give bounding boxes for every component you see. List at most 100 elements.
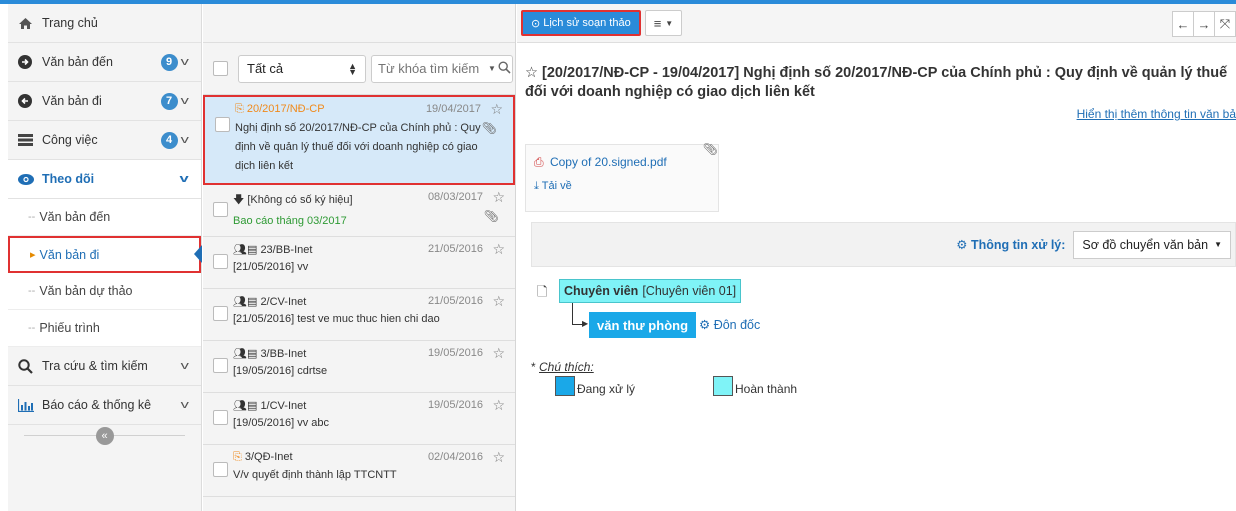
list-item[interactable]: 👥︎▤ 2/CV-Inet 21/05/2016 ☆ [21/05/2016] … [203,289,515,341]
chevron-down-icon: v [180,56,189,68]
doc-date: 19/05/2016 [427,347,483,359]
users-icon: 👥︎ [233,296,247,308]
keyword-search-input[interactable] [378,61,488,76]
star-icon[interactable]: ☆ [492,449,505,466]
legend-item-done: Hoàn thành [713,376,797,396]
arrow-down-icon: 🡇︎ [233,194,245,206]
arrow-circle-left-icon [18,94,42,108]
keyword-search: ▼ [371,54,513,83]
menu-dropdown-button[interactable]: ≡ ▼ [644,10,683,36]
count-badge: 7 [160,92,178,110]
download-link[interactable]: ⤓ Tải về [534,180,710,193]
detail-toolbar: ⊙ Lịch sử soạn thảo ≡ ▼ ← → ⤧ [517,4,1236,43]
list-item-header: 👥︎▤ 3/BB-Inet 19/05/2016 [233,347,505,360]
doc-date: 19/04/2017 [425,103,481,115]
dropdown-caret-icon[interactable]: ▼ [488,64,496,73]
list-item-header: 👥︎▤ 1/CV-Inet 19/05/2016 [233,399,505,412]
processing-info-bar: ⚙ Thông tin xử lý: Sơ đồ chuyển văn bản … [531,222,1236,267]
row-checkbox[interactable] [213,202,228,217]
file-icon: 🗋︎ [537,284,548,299]
paperclip-icon: 📎︎ [702,142,718,156]
sidebar-subitem-draft[interactable]: -- Văn bản dự thảo [8,273,201,310]
select-all-checkbox[interactable] [213,61,228,76]
star-icon[interactable]: ☆ [490,101,503,118]
next-button[interactable]: → [1193,11,1215,37]
view-mode-select[interactable]: Sơ đồ chuyển văn bản ▼ [1073,230,1231,259]
node-user: [Chuyên viên 01] [642,284,737,298]
book-icon: ▤ [246,244,258,256]
previous-button[interactable]: ← [1172,11,1194,37]
doc-code: 23/BB-Inet [260,244,313,256]
book-icon: ▤ [246,296,258,308]
sidebar-item-tasks[interactable]: Công việc 4 v [8,121,201,160]
collapse-sidebar-button[interactable]: « [95,427,114,445]
show-more-info-link[interactable]: Hiển thị thêm thông tin văn bả [1077,107,1236,121]
users-icon: 👥︎ [233,244,247,256]
sidebar-subitem-submission[interactable]: -- Phiếu trình [8,310,201,347]
sidebar-item-search[interactable]: Tra cứu & tìm kiếm v [8,347,201,386]
doc-code: 3/QĐ-Inet [244,451,293,463]
processing-info-label: ⚙ Thông tin xử lý: [956,238,1066,252]
draft-doc-icon: ⎘ [235,103,244,115]
arrow-circle-right-icon [18,55,42,69]
legend-label: Đang xử lý [577,382,636,396]
row-checkbox[interactable] [213,410,228,425]
sidebar-subitem-incoming[interactable]: -- Văn bản đến [8,199,201,236]
filter-select[interactable]: Tất cả ▲ ▼ [238,54,366,83]
star-icon[interactable]: ☆ [492,293,505,310]
list-item[interactable]: ⎘ 3/QĐ-Inet 02/04/2016 ☆ V/v quyết định … [203,445,515,497]
navigation-buttons: ← → ⤧ [1172,11,1236,37]
list-item[interactable]: 🡇︎ [Không có số ký hiệu] 08/03/2017 ☆ 📎︎… [203,185,515,237]
doc-summary: Bao cáo tháng 03/2017 [233,215,347,227]
sidebar-item-outgoing[interactable]: Văn bản đi 7 v [8,82,201,121]
list-item[interactable]: 👥︎▤ 3/BB-Inet 19/05/2016 ☆ [19/05/2016] … [203,341,515,393]
edit-history-button[interactable]: ⊙ Lịch sử soạn thảo [521,10,641,36]
star-icon[interactable]: ☆ [492,397,505,414]
legend-item-processing: Đang xử lý [555,376,635,396]
list-item[interactable]: 👥︎▤ 23/BB-Inet 21/05/2016 ☆ [21/05/2016]… [203,237,515,289]
list-item-header: 👥︎▤ 23/BB-Inet 21/05/2016 [233,243,505,256]
doc-summary: [19/05/2016] cdrtse [233,365,328,377]
row-checkbox[interactable] [213,306,228,321]
row-checkbox[interactable] [213,254,228,269]
tree-dash-icon: -- [28,322,36,334]
star-icon[interactable]: ☆ [492,241,505,258]
updown-icon: ▲ ▼ [348,60,357,77]
expand-icon[interactable]: ⤧ [1214,11,1236,37]
list-item-header: ⎘ 3/QĐ-Inet 02/04/2016 [233,451,505,464]
download-icon: ⤓ [534,180,539,192]
attachment-card: 📎︎ ⎙ Copy of 20.signed.pdf ⤓ Tải về [525,142,719,212]
menu-icon: ≡ [653,15,662,31]
arrow-right-icon: ▶ [582,319,589,328]
list-item[interactable]: ⎘ 20/2017/NĐ-CP 19/04/2017 ☆ 📎︎ Nghị địn… [203,95,515,185]
doc-summary: [19/05/2016] vv abc [233,417,330,429]
sidebar-item-incoming[interactable]: Văn bản đến 9 v [8,43,201,82]
sidebar-item-label: Tra cứu & tìm kiếm [42,359,148,373]
attachment-filename[interactable]: Copy of 20.signed.pdf [550,155,667,169]
sidebar-item-home[interactable]: Trang chủ [8,4,201,43]
row-checkbox[interactable] [213,462,228,477]
search-icon[interactable] [498,60,511,77]
urge-link[interactable]: ⚙ Đôn đốc [699,317,760,332]
users-icon: 👥︎ [233,400,247,412]
chevron-down-icon: v [180,399,189,411]
star-icon[interactable]: ☆ [492,189,505,206]
sidebar-subitem-label: Văn bản dự thảo [39,284,133,298]
row-checkbox[interactable] [213,358,228,373]
list-item[interactable]: 👥︎▤ 1/CV-Inet 19/05/2016 ☆ [19/05/2016] … [203,393,515,445]
sidebar-collapse-row: « [8,425,201,447]
list-header [203,4,515,43]
sidebar-item-follow[interactable]: Theo dõi v [8,160,201,199]
sidebar-item-label: Trang chủ [42,16,98,30]
bullet-icon: ▸ [30,249,36,261]
row-checkbox[interactable] [215,117,230,132]
routing-node-specialist: Chuyên viên [Chuyên viên 01] [559,279,742,303]
doc-summary: [21/05/2016] test ve muc thuc hien chi d… [233,313,440,325]
document-list-panel: Tất cả ▲▼ ▼ ⎘ 20/2017/NĐ-CP 19/04/2017 ☆… [203,4,516,511]
star-icon[interactable]: ☆ [492,345,505,362]
sidebar-subitem-outgoing[interactable]: ▸ Văn bản đi [8,236,202,273]
download-label: Tải về [541,180,572,192]
routing-node-office: văn thư phòng [589,312,697,338]
sidebar-item-report[interactable]: Báo cáo & thống kê v [8,386,201,425]
sidebar-subitem-label: Văn bản đến [39,210,111,224]
